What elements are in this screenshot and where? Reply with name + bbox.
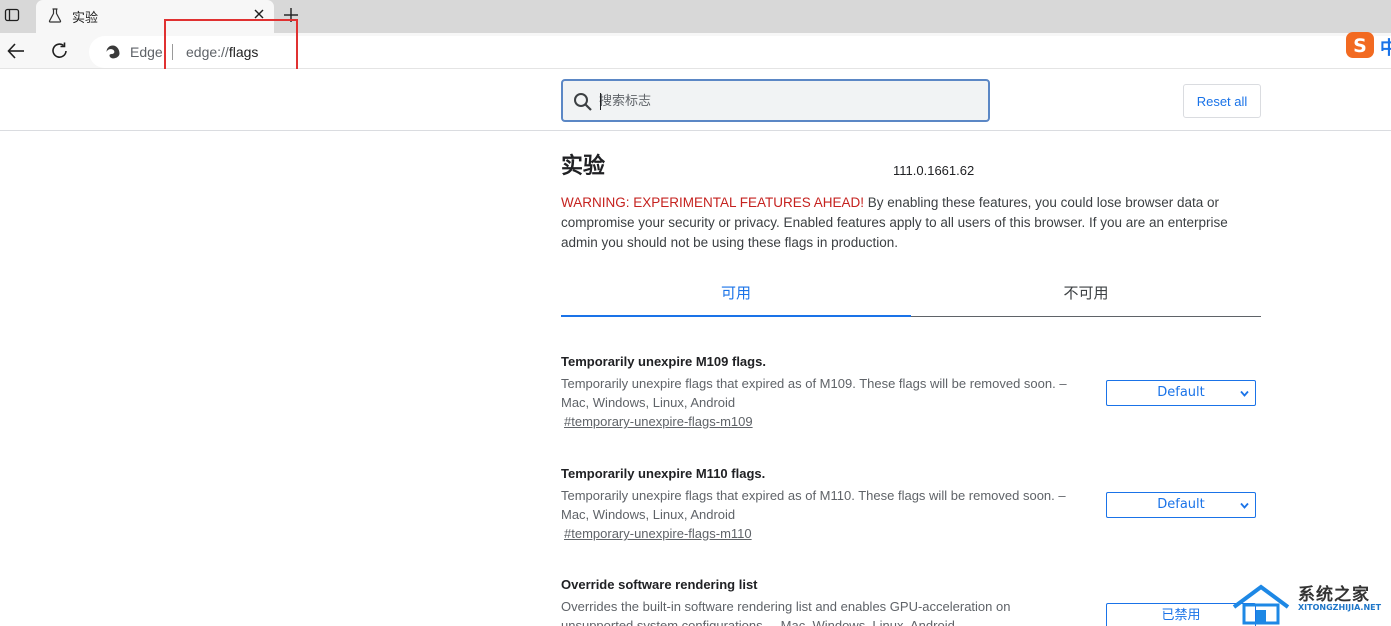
sogou-extension-icon[interactable]: S	[1345, 31, 1375, 59]
warning-message: WARNING: EXPERIMENTAL FEATURES AHEAD! By…	[561, 193, 1261, 252]
browser-toolbar: Edge edge://flags	[0, 33, 1391, 69]
experiment-item: Temporarily unexpire M110 flags. Tempora…	[561, 466, 1261, 543]
browser-tab[interactable]: 实验	[36, 0, 274, 33]
extension-label[interactable]: 中	[1380, 34, 1391, 60]
select-value: 已禁用	[1161, 608, 1201, 623]
experiment-select[interactable]: Default	[1106, 492, 1256, 518]
svg-text:S: S	[1353, 35, 1367, 57]
address-separator	[172, 44, 173, 60]
experiment-select[interactable]: Default	[1106, 380, 1256, 406]
address-bar[interactable]: Edge edge://flags	[89, 36, 1391, 68]
reset-all-button[interactable]: Reset all	[1183, 84, 1261, 118]
text-cursor	[600, 93, 601, 110]
experiment-item: Override software rendering list Overrid…	[561, 577, 1261, 626]
tab-available[interactable]: 可用	[561, 276, 911, 317]
search-box[interactable]	[561, 79, 990, 122]
search-input[interactable]	[599, 91, 979, 111]
tab-unavailable[interactable]: 不可用	[911, 276, 1261, 316]
page-title: 实验	[561, 154, 606, 179]
watermark-title: 系统之家	[1298, 585, 1370, 605]
url-path: flags	[228, 44, 259, 60]
experiment-name: Temporarily unexpire M110 flags.	[561, 466, 766, 481]
edge-logo-icon	[106, 45, 120, 59]
experiment-description: Temporarily unexpire flags that expired …	[561, 488, 1066, 522]
flask-icon	[48, 8, 62, 23]
tab-strip: 实验	[0, 0, 1391, 33]
experiment-description: Temporarily unexpire flags that expired …	[561, 376, 1067, 410]
watermark-url: XITONGZHIJIA.NET	[1298, 603, 1382, 612]
tab-actions-icon[interactable]	[4, 7, 20, 23]
warning-prefix: WARNING: EXPERIMENTAL FEATURES AHEAD!	[561, 195, 865, 210]
search-icon	[574, 93, 592, 111]
experiment-description: Overrides the built-in software renderin…	[561, 599, 1011, 626]
site-watermark: 系统之家 XITONGZHIJIA.NET	[1228, 577, 1388, 626]
reload-icon[interactable]	[49, 40, 71, 62]
chevron-down-icon	[1240, 502, 1249, 509]
tab-title: 实验	[72, 11, 99, 26]
new-tab-icon[interactable]	[283, 7, 299, 23]
flags-header: Reset all	[0, 69, 1391, 131]
close-tab-icon[interactable]	[253, 8, 265, 20]
experiment-name: Override software rendering list	[561, 577, 758, 592]
flags-tabs: 可用 不可用	[561, 276, 1261, 317]
url-scheme: edge://	[186, 44, 229, 60]
experiment-permalink[interactable]: #temporary-unexpire-flags-m110	[564, 526, 752, 541]
experiment-permalink[interactable]: #temporary-unexpire-flags-m109	[564, 414, 753, 429]
version-number: 111.0.1661.62	[893, 163, 975, 178]
back-arrow-icon[interactable]	[5, 40, 27, 62]
select-value: Default	[1157, 385, 1205, 400]
experiment-name: Temporarily unexpire M109 flags.	[561, 354, 766, 369]
house-logo-icon	[1232, 584, 1290, 625]
site-identity-label: Edge	[130, 44, 163, 60]
url-text[interactable]: edge://flags	[186, 44, 258, 60]
chevron-down-icon	[1240, 390, 1249, 397]
select-value: Default	[1157, 497, 1205, 512]
experiment-item: Temporarily unexpire M109 flags. Tempora…	[561, 354, 1261, 431]
